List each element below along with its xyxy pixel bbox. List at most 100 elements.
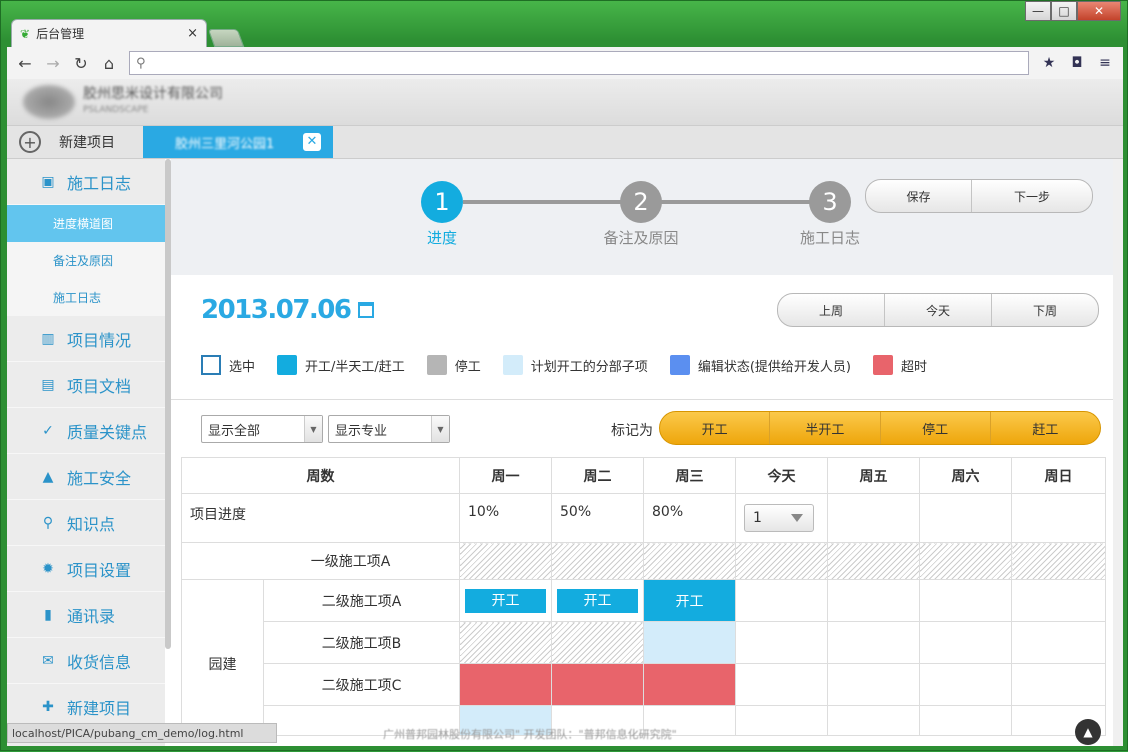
- progress-cell[interactable]: [827, 493, 920, 543]
- table-header-row: 周数 周一 周二 周三 今天 周五 周六 周日: [181, 457, 1106, 494]
- mark-button-group: 开工 半开工 停工 赶工: [659, 411, 1101, 445]
- address-bar[interactable]: ⚲: [129, 51, 1029, 75]
- schedule-cell[interactable]: 开工: [551, 579, 644, 622]
- schedule-cell[interactable]: [1011, 621, 1106, 664]
- today-progress-select[interactable]: 1: [744, 504, 814, 532]
- browser-tabbar: ❦ 后台管理 ×: [11, 19, 245, 47]
- close-project-tab-icon[interactable]: ✕: [303, 133, 321, 151]
- schedule-cell[interactable]: [551, 542, 644, 580]
- mark-rush-button[interactable]: 赶工: [991, 412, 1100, 444]
- sidebar-item-knowledge[interactable]: ⚲ 知识点: [7, 500, 165, 546]
- progress-cell[interactable]: 50%: [551, 493, 644, 543]
- schedule-cell[interactable]: [735, 542, 828, 580]
- mark-halfday-button[interactable]: 半开工: [770, 412, 881, 444]
- schedule-cell[interactable]: [551, 621, 644, 664]
- mark-start-button[interactable]: 开工: [660, 412, 771, 444]
- schedule-cell[interactable]: [1011, 663, 1106, 706]
- sidebar-subitem-gantt[interactable]: 进度横道图: [7, 205, 165, 242]
- progress-cell[interactable]: 10%: [459, 493, 552, 543]
- show-major-select[interactable]: 显示专业 ▼: [328, 415, 450, 443]
- sidebar-item-status[interactable]: ▥ 项目情况: [7, 316, 165, 362]
- sidebar-subitem-notes[interactable]: 备注及原因: [7, 242, 165, 279]
- select-value: 显示全部: [208, 423, 261, 439]
- today-button[interactable]: 今天: [885, 294, 992, 326]
- legend-label: 计划开工的分部子项: [530, 359, 648, 375]
- step-3-circle[interactable]: 3: [809, 181, 851, 223]
- sidebar-item-label: 质量关键点: [67, 422, 148, 442]
- next-step-button[interactable]: 下一步: [972, 180, 1092, 212]
- sidebar-subitem-log[interactable]: 施工日志: [7, 279, 165, 316]
- browser-tab-title: 后台管理: [36, 27, 85, 41]
- step-progress: 1 2 3 进度 备注及原因 施工日志 保存 下一步: [171, 159, 1113, 275]
- schedule-cell[interactable]: [551, 663, 644, 706]
- calendar-icon[interactable]: [358, 302, 375, 318]
- legend-swatch: [872, 355, 893, 375]
- schedule-cell[interactable]: [459, 663, 552, 706]
- project-tab[interactable]: 胶州三里河公园1 ✕: [143, 126, 333, 158]
- step-1-circle[interactable]: 1: [421, 181, 463, 223]
- schedule-cell[interactable]: 开工: [643, 579, 736, 622]
- schedule-cell[interactable]: [735, 663, 828, 706]
- sidebar-item-quality[interactable]: ✓ 质量关键点: [7, 408, 165, 454]
- browser-tab[interactable]: ❦ 后台管理 ×: [11, 19, 207, 47]
- minimize-button[interactable]: —: [1025, 1, 1051, 21]
- sidebar-item-contacts[interactable]: ▮ 通讯录: [7, 592, 165, 638]
- sidebar-item-log[interactable]: ▣ 施工日志: [7, 159, 165, 205]
- step-2-circle[interactable]: 2: [620, 181, 662, 223]
- close-tab-icon[interactable]: ×: [187, 26, 198, 41]
- schedule-cell[interactable]: [827, 579, 920, 622]
- schedule-cell[interactable]: [643, 542, 736, 580]
- schedule-cell[interactable]: [919, 663, 1012, 706]
- sidebar-item-delivery[interactable]: ✉ 收货信息: [7, 638, 165, 684]
- window-controls: — □ ✕: [1025, 1, 1121, 21]
- schedule-cell[interactable]: [643, 663, 736, 706]
- progress-cell[interactable]: [919, 493, 1012, 543]
- next-week-button[interactable]: 下周: [992, 294, 1098, 326]
- progress-cell[interactable]: [1011, 493, 1106, 543]
- schedule-cell[interactable]: [827, 621, 920, 664]
- schedule-cell[interactable]: [643, 621, 736, 664]
- log-icon: ▣: [41, 173, 55, 190]
- schedule-cell[interactable]: [459, 621, 552, 664]
- schedule-cell[interactable]: [827, 663, 920, 706]
- scroll-top-button[interactable]: ▲: [1075, 719, 1101, 745]
- schedule-cell[interactable]: [735, 579, 828, 622]
- show-all-select[interactable]: 显示全部 ▼: [201, 415, 323, 443]
- schedule-cell[interactable]: [919, 579, 1012, 622]
- reload-icon[interactable]: ↻: [67, 54, 95, 73]
- schedule-table: 周数 周一 周二 周三 今天 周五 周六 周日 项目进度 10% 50% 80%…: [181, 457, 1106, 736]
- maximize-button[interactable]: □: [1051, 1, 1077, 21]
- sidebar-item-settings[interactable]: ✹ 项目设置: [7, 546, 165, 592]
- progress-cell[interactable]: 80%: [643, 493, 736, 543]
- schedule-cell[interactable]: [919, 621, 1012, 664]
- date-bar: 2013.07.06: [201, 295, 375, 325]
- start-tag[interactable]: 开工: [557, 588, 638, 613]
- forward-icon[interactable]: →: [39, 54, 67, 73]
- start-tag[interactable]: 开工: [644, 590, 735, 611]
- schedule-cell[interactable]: [1011, 542, 1106, 580]
- mark-stop-button[interactable]: 停工: [881, 412, 991, 444]
- bookmark-icon[interactable]: ★: [1035, 55, 1063, 71]
- schedule-cell[interactable]: [827, 542, 920, 580]
- sidebar-item-safety[interactable]: ▲ 施工安全: [7, 454, 165, 500]
- new-tab-button[interactable]: [207, 29, 245, 47]
- search-icon: ⚲: [136, 55, 146, 71]
- sidebar-item-docs[interactable]: ▤ 项目文档: [7, 362, 165, 408]
- back-icon[interactable]: ←: [11, 54, 39, 73]
- new-project-button[interactable]: + 新建项目: [7, 126, 143, 158]
- start-tag[interactable]: 开工: [465, 588, 546, 613]
- main-scrollbar[interactable]: [1113, 159, 1123, 746]
- extension-icon[interactable]: ◘: [1063, 55, 1091, 71]
- menu-icon[interactable]: ≡: [1091, 55, 1119, 71]
- schedule-cell[interactable]: [459, 542, 552, 580]
- schedule-cell[interactable]: [1011, 579, 1106, 622]
- home-icon[interactable]: ⌂: [95, 54, 123, 73]
- schedule-cell[interactable]: 开工: [459, 579, 552, 622]
- close-window-button[interactable]: ✕: [1077, 1, 1121, 21]
- schedule-cell[interactable]: [919, 542, 1012, 580]
- save-button[interactable]: 保存: [866, 180, 972, 212]
- legend-swatch: [201, 355, 221, 375]
- prev-week-button[interactable]: 上周: [778, 294, 885, 326]
- legend-label: 开工/半天工/赶工: [305, 359, 405, 375]
- schedule-cell[interactable]: [735, 621, 828, 664]
